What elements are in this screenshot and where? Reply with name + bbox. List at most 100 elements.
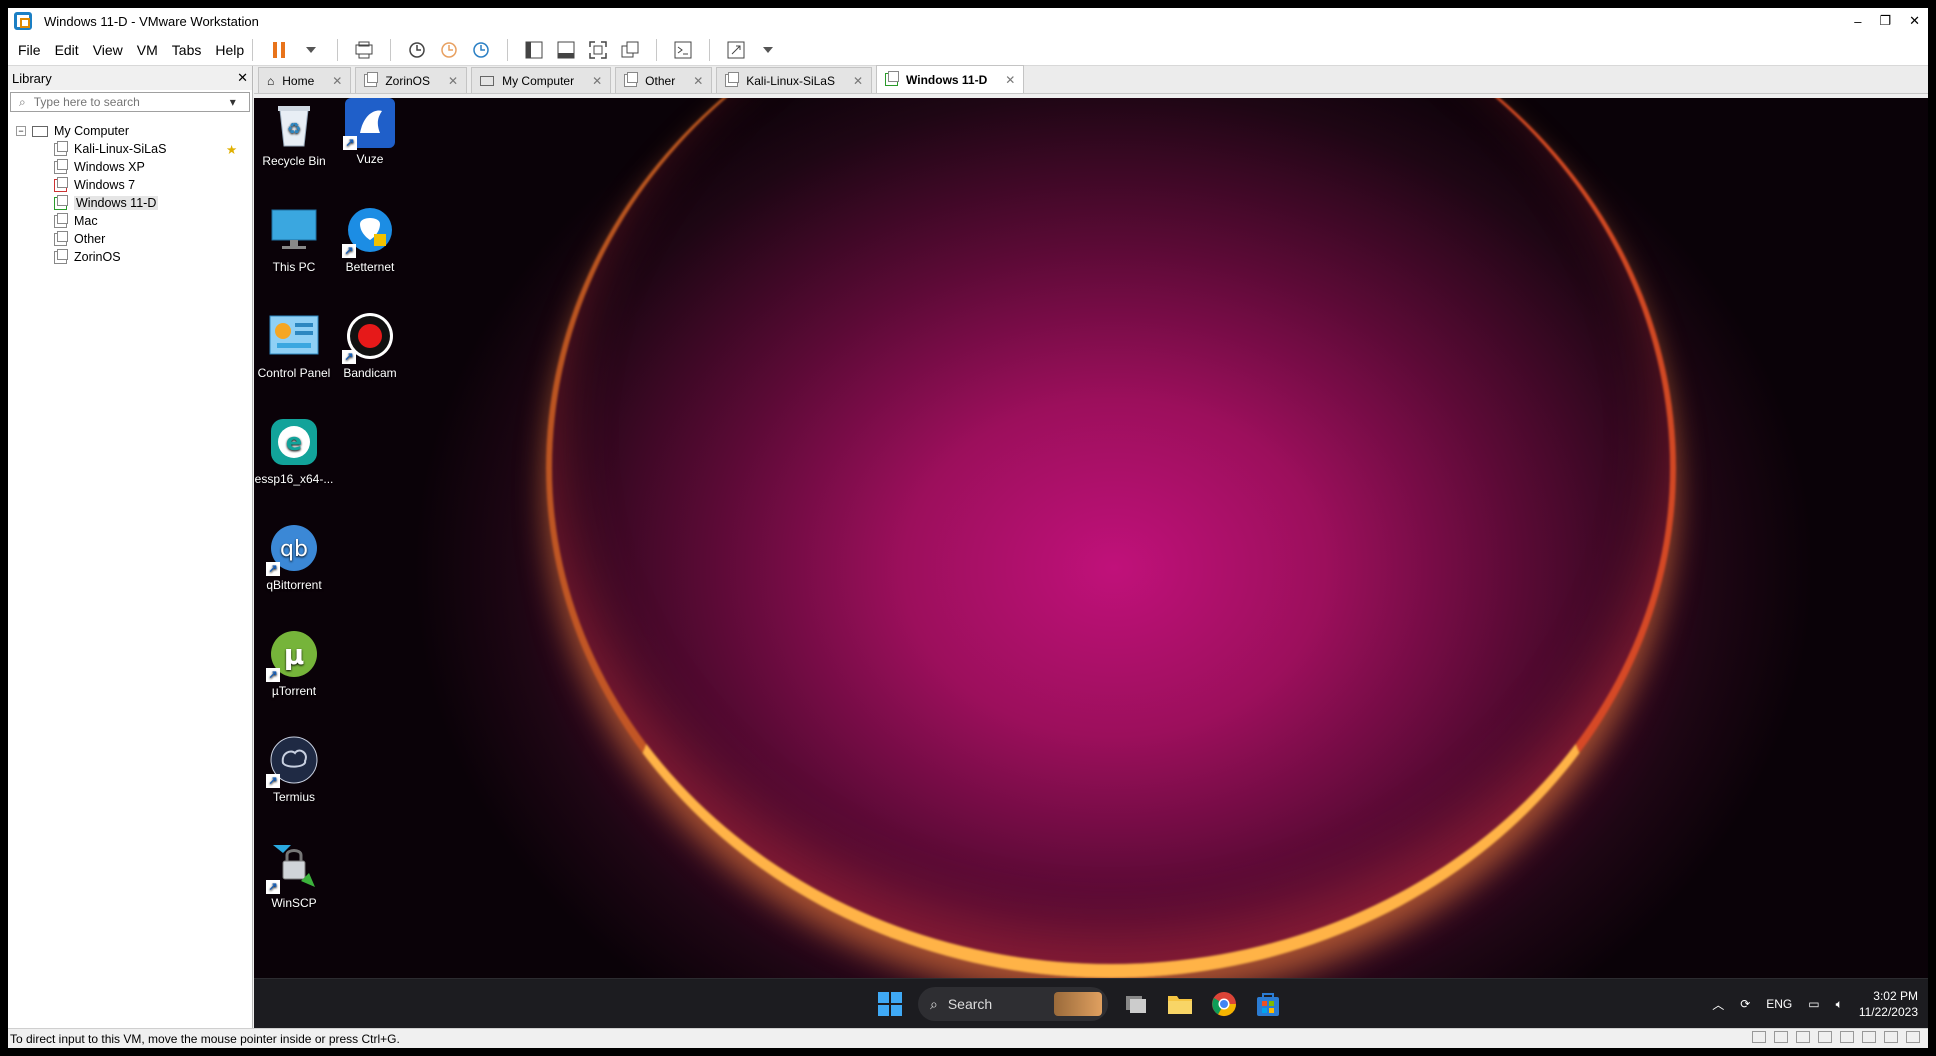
tab-label: ZorinOS: [385, 73, 431, 88]
vmware-window: Windows 11-D - VMware Workstation – ❐ ✕ …: [8, 8, 1928, 1048]
tab-windows-11-d[interactable]: Windows 11-D ✕: [876, 65, 1025, 93]
tree-item-label: ZorinOS: [74, 250, 121, 264]
desktop-icon-recycle-bin[interactable]: ♻ Recycle Bin: [254, 98, 334, 198]
menu-vm[interactable]: VM: [137, 42, 158, 58]
library-panel: Library ✕ ⌕ ▾ − My Computer Kali-Linux-S…: [8, 66, 253, 1028]
show-library-icon[interactable]: [524, 40, 544, 60]
tree-item-windows-xp[interactable]: Windows XP: [8, 158, 252, 176]
window-title: Windows 11-D - VMware Workstation: [44, 13, 259, 29]
stretch-guest-icon[interactable]: [726, 40, 746, 60]
cd-dvd-icon[interactable]: [1774, 1031, 1788, 1043]
network-icon[interactable]: ▭: [1808, 997, 1819, 1011]
chrome-icon[interactable]: [1210, 990, 1238, 1018]
clock[interactable]: 3:02 PM 11/22/2023: [1859, 988, 1918, 1020]
control-panel-icon: [268, 310, 320, 362]
desktop-icon-winscp[interactable]: ↗ WinSCP: [254, 840, 334, 940]
desktop-icon-termius[interactable]: ↗ Termius: [254, 734, 334, 834]
chevron-up-icon[interactable]: ︿: [1712, 996, 1724, 1013]
library-close-button[interactable]: ✕: [237, 70, 248, 86]
menu-edit[interactable]: Edit: [55, 42, 79, 58]
library-search-input[interactable]: [33, 95, 224, 109]
tab-close-button[interactable]: ✕: [853, 74, 863, 88]
snapshot-manager-icon[interactable]: [471, 40, 491, 60]
desktop-icon-control-panel[interactable]: Control Panel: [254, 310, 334, 410]
menu-help[interactable]: Help: [215, 42, 244, 58]
tree-item-other[interactable]: Other: [8, 230, 252, 248]
maximize-button[interactable]: ❐: [1879, 13, 1891, 29]
volume-icon[interactable]: 🔈︎: [1836, 997, 1843, 1012]
shortcut-arrow-icon: ↗: [343, 136, 357, 150]
tab-close-button[interactable]: ✕: [1005, 73, 1015, 87]
tree-item-zorinos[interactable]: ZorinOS: [8, 248, 252, 266]
tree-item-kali-linux-silas[interactable]: Kali-Linux-SiLaS ★: [8, 140, 252, 158]
menu-file[interactable]: File: [18, 42, 41, 58]
language-indicator[interactable]: ENG: [1766, 997, 1792, 1011]
svg-text:e: e: [286, 428, 302, 456]
full-screen-icon[interactable]: [588, 40, 608, 60]
usb-icon[interactable]: [1818, 1031, 1832, 1043]
menu-tabs[interactable]: Tabs: [172, 42, 202, 58]
display-icon[interactable]: [1884, 1031, 1898, 1043]
tab-home[interactable]: ⌂ Home ✕: [258, 67, 352, 93]
desktop-icon-qbittorrent[interactable]: qb ↗ qBittorrent: [254, 522, 334, 622]
tree-item-windows-11-d[interactable]: Windows 11-D: [8, 194, 252, 212]
library-search[interactable]: ⌕ ▾: [10, 92, 250, 112]
pause-icon[interactable]: [269, 40, 289, 60]
desktop-icon-label: Betternet: [345, 260, 395, 274]
shortcut-arrow-icon: ↗: [266, 774, 280, 788]
utorrent-icon: µ ↗: [266, 628, 320, 682]
send-ctrl-alt-del-icon[interactable]: [354, 40, 374, 60]
tab-my-computer[interactable]: My Computer ✕: [471, 67, 612, 93]
network-adapter-icon[interactable]: [1796, 1031, 1810, 1043]
menu-view[interactable]: View: [93, 42, 123, 58]
taskbar-search[interactable]: ⌕ Search: [918, 987, 1108, 1021]
desktop-icon-label: WinSCP: [271, 896, 317, 910]
collapse-icon[interactable]: −: [16, 126, 26, 136]
tab-close-button[interactable]: ✕: [332, 74, 342, 88]
tab-close-button[interactable]: ✕: [592, 74, 602, 88]
chevron-down-icon[interactable]: [758, 40, 778, 60]
desktop-icon-label: Vuze: [356, 152, 384, 166]
desktop-icon-vuze[interactable]: ↗ Vuze: [330, 98, 410, 198]
betternet-icon: ↗: [342, 204, 396, 258]
tree-item-my-computer[interactable]: − My Computer: [8, 122, 252, 140]
tab-kali-linux-silas[interactable]: Kali-Linux-SiLaS ✕: [716, 67, 873, 93]
desktop-icon-essp16[interactable]: e essp16_x64-...: [254, 416, 334, 516]
hard-disk-icon[interactable]: [1752, 1031, 1766, 1043]
tree-item-mac[interactable]: Mac: [8, 212, 252, 230]
vm-error-icon: [54, 176, 68, 192]
tree-item-label: My Computer: [54, 124, 130, 138]
desktop-icon-utorrent[interactable]: µ ↗ µTorrent: [254, 628, 334, 728]
chevron-down-icon[interactable]: [301, 40, 321, 60]
desktop-icon-bandicam[interactable]: ↗ Bandicam: [330, 310, 410, 410]
printer-icon[interactable]: [1862, 1031, 1876, 1043]
minimize-button[interactable]: –: [1854, 14, 1861, 29]
sound-card-icon[interactable]: [1840, 1031, 1854, 1043]
vm-display[interactable]: ♻ Recycle Bin ↗ Vuze This PC ↗ Betternet: [254, 98, 1928, 1028]
tab-zorinos[interactable]: ZorinOS ✕: [355, 67, 468, 93]
unity-icon[interactable]: [620, 40, 640, 60]
microsoft-store-icon[interactable]: [1254, 990, 1282, 1018]
desktop-icon-this-pc[interactable]: This PC: [254, 204, 334, 304]
tab-other[interactable]: Other ✕: [615, 67, 713, 93]
snapshot-icon[interactable]: [407, 40, 427, 60]
windows-start-icon[interactable]: [878, 992, 902, 1016]
close-button[interactable]: ✕: [1909, 13, 1920, 29]
search-highlight-icon: [1054, 992, 1102, 1016]
message-log-icon[interactable]: [1906, 1031, 1920, 1043]
desktop-icon-betternet[interactable]: ↗ Betternet: [330, 204, 410, 304]
thumbnail-bar-icon[interactable]: [556, 40, 576, 60]
chevron-down-icon[interactable]: ▾: [230, 95, 236, 109]
sync-icon[interactable]: ⟳: [1740, 997, 1750, 1011]
search-icon: ⌕: [19, 94, 26, 109]
tab-close-button[interactable]: ✕: [448, 74, 458, 88]
file-explorer-icon[interactable]: [1166, 990, 1194, 1018]
task-view-icon[interactable]: [1122, 990, 1150, 1018]
console-icon[interactable]: [673, 40, 693, 60]
vm-icon: [54, 212, 68, 228]
revert-snapshot-icon[interactable]: [439, 40, 459, 60]
tree-item-windows-7[interactable]: Windows 7: [8, 176, 252, 194]
desktop-icon-label: Bandicam: [343, 366, 397, 380]
tab-close-button[interactable]: ✕: [693, 74, 703, 88]
windows-taskbar: ⌕ Search ︿ ⟳ ENG ▭ 🔈︎ 3:02 PM 11/22/2023: [254, 978, 1928, 1028]
